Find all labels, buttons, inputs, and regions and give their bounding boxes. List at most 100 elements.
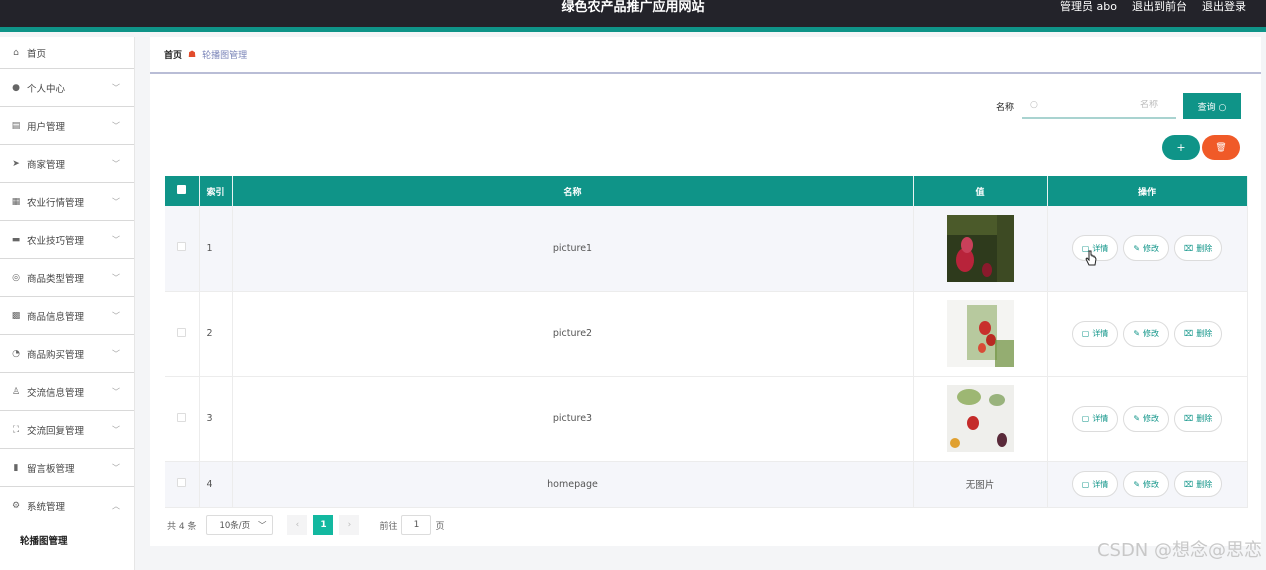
breadcrumb-current: 轮播图管理	[202, 51, 248, 61]
fruit-image-1[interactable]	[946, 214, 1014, 282]
sidebar-item-merchants[interactable]: ➤ 商家管理 ﹀	[0, 145, 134, 183]
page-number-current[interactable]: 1	[313, 515, 334, 535]
sidebar-item-profile[interactable]: ● 个人中心 ﹀	[0, 69, 134, 107]
trash-icon: ⌧	[1184, 414, 1194, 423]
logout-link[interactable]: 退出登录	[1202, 0, 1246, 14]
total-count: 共 4 条	[167, 521, 197, 532]
edit-button[interactable]: ✎ 修改	[1123, 320, 1170, 347]
sidebar-item-exchange[interactable]: ♙ 交流信息管理 ﹀	[0, 373, 134, 411]
row-value	[913, 376, 1048, 462]
delete-selected-button[interactable]: 🗑	[1202, 135, 1240, 160]
edit-icon: ✎	[1133, 479, 1141, 489]
delete-button[interactable]: ⌧ 删除	[1174, 471, 1223, 497]
send-icon: ➤	[12, 158, 20, 169]
goto-prefix: 前往	[379, 521, 398, 532]
sidebar-item-tips[interactable]: ▬ 农业技巧管理 ﹀	[0, 221, 134, 259]
goto-suffix: 页	[435, 521, 445, 532]
sidebar-item-label: 交流信息管理	[27, 387, 85, 399]
search-box: ○	[1022, 93, 1176, 119]
sidebar-item-system[interactable]: ⚙ 系统管理 ︿	[0, 487, 134, 525]
search-label: 名称	[995, 102, 1014, 113]
chart-icon: ▩	[11, 310, 21, 321]
row-checkbox[interactable]	[177, 242, 187, 252]
query-button-label: 查询	[1197, 102, 1216, 113]
search-input[interactable]	[1037, 100, 1168, 110]
doc-icon: ▢	[1081, 479, 1090, 489]
row-ops: ▢ 详情 ✎ 修改 ⌧ 删除	[1047, 291, 1248, 377]
row-name: picture3	[232, 376, 914, 462]
sidebar-item-board[interactable]: ▮ 留言板管理 ﹀	[0, 449, 134, 487]
frame-icon: ⛶	[12, 424, 20, 435]
edit-button[interactable]: ✎ 修改	[1123, 235, 1170, 262]
edit-icon: ✎	[1133, 329, 1141, 338]
detail-button[interactable]: ▢ 详情	[1071, 320, 1119, 347]
row-checkbox[interactable]	[177, 478, 187, 487]
next-page-button[interactable]: ›	[339, 515, 360, 535]
sidebar-item-users[interactable]: ▤ 用户管理 ﹀	[0, 107, 134, 145]
table-row: 3 picture3 ▢ 详情 ✎ 修改 ⌧ 删除	[165, 376, 1248, 462]
chevron-down-icon: ﹀	[112, 349, 120, 358]
sidebar-item-category[interactable]: ◎ 商品类型管理 ﹀	[0, 259, 134, 297]
sidebar-item-reply[interactable]: ⛶ 交流回复管理 ﹀	[0, 411, 134, 449]
select-all-checkbox[interactable]	[177, 185, 187, 194]
breadcrumb-home[interactable]: 首页	[164, 48, 182, 61]
edit-icon: ✎	[1133, 414, 1141, 423]
sidebar-subitem-carousel[interactable]: 轮播图管理	[0, 525, 134, 555]
chevron-down-icon: ﹀	[112, 273, 120, 282]
chevron-right-icon: ›	[347, 520, 352, 530]
header-actions: 管理员 abo 退出到前台 退出登录	[1060, 0, 1246, 14]
row-name: picture2	[232, 291, 914, 377]
sidebar-item-market[interactable]: ▦ 农业行情管理 ﹀	[0, 183, 134, 221]
compass-icon: ◎	[12, 272, 20, 283]
edit-button[interactable]: ✎ 修改	[1123, 405, 1170, 432]
fruit-image-2[interactable]	[946, 300, 1014, 367]
row-name: picture1	[232, 206, 914, 292]
delete-button[interactable]: ⌧ 删除	[1174, 320, 1223, 347]
row-value	[913, 206, 1048, 292]
home-icon: ⌂	[13, 47, 19, 58]
detail-button[interactable]: ▢ 详情	[1071, 405, 1119, 432]
sidebar-item-purchase[interactable]: ◔ 商品购买管理 ﹀	[0, 335, 134, 373]
top-header: 绿色农产品推广应用网站 管理员 abo 退出到前台 退出登录	[0, 0, 1266, 32]
chevron-down-icon: ﹀	[112, 311, 120, 320]
sidebar: ⌂ 首页 ● 个人中心 ﹀ ▤ 用户管理 ﹀ ➤ 商家管理 ﹀ ▦ 农业行情管理…	[0, 37, 135, 570]
select-all-header[interactable]	[165, 176, 200, 206]
sidebar-item-product[interactable]: ▩ 商品信息管理 ﹀	[0, 297, 134, 335]
detail-button[interactable]: ▢ 详情	[1071, 471, 1119, 497]
sidebar-item-label: 农业行情管理	[27, 197, 85, 209]
fruit-image-3[interactable]	[946, 385, 1014, 452]
edit-button[interactable]: ✎ 修改	[1123, 471, 1170, 497]
front-link[interactable]: 退出到前台	[1132, 0, 1187, 14]
breadcrumb-separator-icon: ☗	[188, 49, 197, 60]
prev-page-button[interactable]: ‹	[287, 515, 308, 535]
row-checkbox[interactable]	[177, 327, 187, 337]
table-row: 1 picture1 ▢ 详情 ✎ 修改 ⌧ 删除	[165, 206, 1248, 292]
sidebar-item-home[interactable]: ⌂ 首页	[0, 37, 134, 69]
trash-icon: 🗑	[1215, 142, 1227, 153]
search-icon: ○	[1030, 100, 1038, 110]
table-row: 4 homepage 无图片 ▢ 详情 ✎ 修改 ⌧ 删除	[165, 461, 1248, 508]
sidebar-item-label: 用户管理	[27, 121, 66, 133]
search-icon: ○	[1218, 102, 1227, 113]
goto-page-input[interactable]	[401, 515, 432, 535]
chevron-down-icon: ﹀	[112, 235, 120, 244]
user-icon: ●	[12, 82, 20, 93]
row-index: 1	[199, 206, 233, 292]
add-button[interactable]: +	[1162, 135, 1200, 160]
grid-icon: ▦	[11, 196, 21, 207]
chevron-left-icon: ‹	[295, 520, 300, 530]
monitor-icon: ▬	[11, 234, 21, 245]
trash-icon: ⌧	[1184, 479, 1194, 489]
delete-button[interactable]: ⌧ 删除	[1174, 235, 1223, 262]
header-ops: 操作	[1047, 176, 1248, 206]
page-size-select[interactable]: 10条/页 ﹀	[206, 515, 274, 535]
sidebar-item-label: 商品信息管理	[27, 311, 85, 323]
edit-icon: ✎	[1133, 243, 1141, 253]
delete-button[interactable]: ⌧ 删除	[1174, 405, 1223, 432]
row-value: 无图片	[913, 461, 1048, 508]
table-header-row: 索引 名称 值 操作	[165, 176, 1248, 206]
sidebar-item-label: 个人中心	[27, 83, 66, 95]
sidebar-item-label: 商品购买管理	[27, 349, 85, 361]
row-checkbox[interactable]	[177, 412, 187, 422]
query-button[interactable]: 查询 ○	[1183, 93, 1241, 119]
